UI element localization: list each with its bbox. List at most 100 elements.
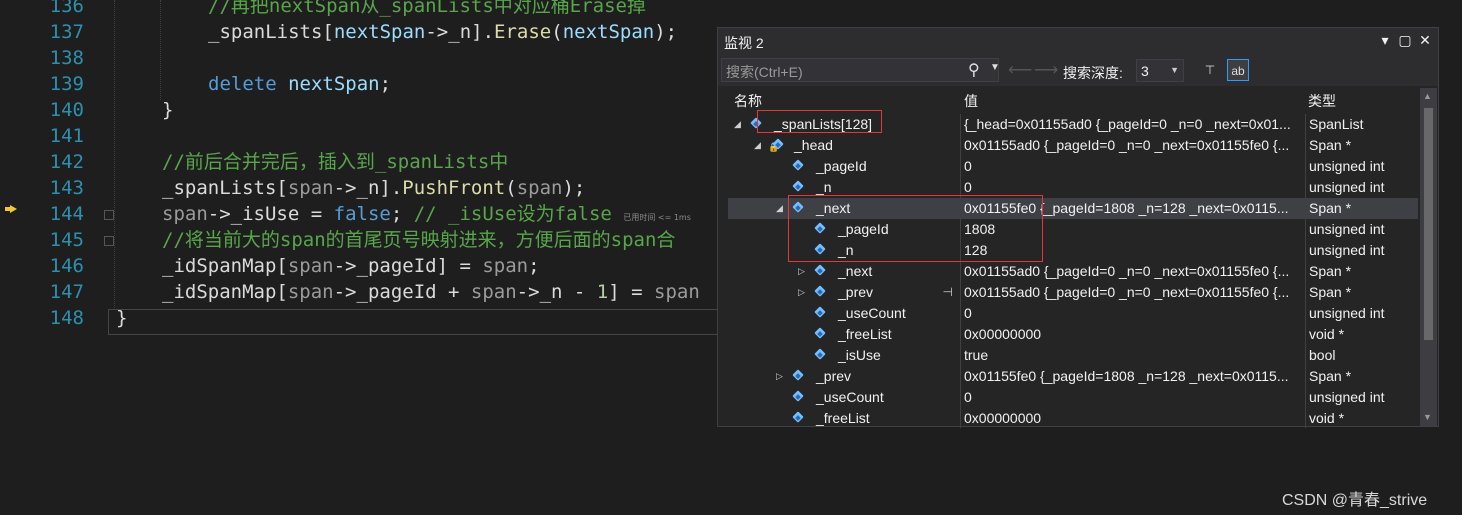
code-line-145: //将当前大的span的首尾页号映射进来，方便后面的span合 bbox=[162, 227, 675, 253]
identifier: _n bbox=[539, 281, 563, 303]
identifier: _idSpanMap bbox=[162, 255, 277, 277]
search-placeholder: 搜索(Ctrl+E) bbox=[726, 64, 803, 80]
identifier: span bbox=[287, 255, 334, 277]
punct: -> bbox=[333, 255, 357, 277]
identifier: _isUse bbox=[230, 203, 300, 225]
window-menu-icon[interactable]: ▾ bbox=[1376, 32, 1394, 49]
var-name: _isUse bbox=[838, 347, 881, 363]
search-input[interactable]: 搜索(Ctrl+E) ⚲ ▼ bbox=[721, 58, 1000, 82]
punct: ]. bbox=[379, 177, 403, 199]
comment: //再把nextSpan从_spanLists中对应桶Erase掉 bbox=[208, 0, 646, 17]
var-type: bool bbox=[1305, 345, 1418, 366]
watch-row[interactable]: _useCount 0 unsigned int bbox=[728, 387, 1418, 408]
chevron-down-icon: ▼ bbox=[1170, 65, 1179, 75]
code-line-139: delete nextSpan; bbox=[208, 71, 391, 97]
expand-triangle-icon[interactable]: ◢ bbox=[754, 135, 761, 156]
var-value[interactable]: 0x01155fe0 {_pageId=1808 _n=128 _next=0x… bbox=[960, 366, 1302, 387]
collapse-triangle-icon[interactable]: ▷ bbox=[798, 282, 805, 303]
identifier: nextSpan bbox=[288, 73, 380, 95]
var-value[interactable]: 0 bbox=[960, 303, 1302, 324]
var-name: _freeList bbox=[816, 410, 870, 426]
pin-icon[interactable]: ⊤ bbox=[1199, 59, 1221, 81]
number: 1 bbox=[596, 281, 609, 303]
collapse-triangle-icon[interactable]: ▷ bbox=[798, 261, 805, 282]
pin-value-icon[interactable]: ⊣ bbox=[943, 282, 953, 303]
search-forward-arrow-icon[interactable]: ⟶ bbox=[1034, 60, 1058, 80]
var-type: Span * bbox=[1305, 366, 1418, 387]
variable-icon bbox=[772, 139, 784, 151]
punct: -> bbox=[333, 281, 357, 303]
code-line-136: //再把nextSpan从_spanLists中对应桶Erase掉 bbox=[208, 0, 646, 19]
watch-row[interactable]: ◢ 🔒 _head 0x01155ad0 {_pageId=0 _n=0 _next… bbox=[728, 135, 1418, 156]
line-number: 144 bbox=[49, 203, 84, 225]
scroll-down-icon[interactable]: ▼ bbox=[1423, 412, 1432, 422]
var-value[interactable]: 0x01155ad0 {_pageId=0 _n=0 _next=0x01155… bbox=[960, 282, 1302, 303]
watch-row[interactable]: ▷ _next 0x01155ad0 {_pageId=0 _n=0 _next=… bbox=[728, 261, 1418, 282]
watch-title-bar[interactable]: 监视 2 ▾ ▢ ✕ bbox=[718, 28, 1438, 56]
line-number: 142 bbox=[49, 151, 84, 173]
code-editor[interactable]: //再把nextSpan从_spanLists中对应桶Erase掉 _spanL… bbox=[108, 0, 718, 515]
var-name: _pageId bbox=[816, 158, 867, 174]
watch-row[interactable]: ▷ _prev 0x01155fe0 {_pageId=1808 _n=128 _… bbox=[728, 366, 1418, 387]
search-icon[interactable]: ⚲ bbox=[968, 60, 980, 80]
line-number: 147 bbox=[49, 281, 84, 303]
var-value[interactable]: 0 bbox=[960, 387, 1302, 408]
var-value[interactable]: 0x01155ad0 {_pageId=0 _n=0 _next=0x01155… bbox=[960, 135, 1302, 156]
maximize-icon[interactable]: ▢ bbox=[1396, 32, 1414, 49]
vertical-scrollbar[interactable]: ▲ ▼ bbox=[1420, 88, 1437, 426]
punct: -> bbox=[516, 281, 540, 303]
hex-display-icon[interactable]: ab bbox=[1227, 59, 1249, 81]
line-number-gutter: 136 137 138 139 140 141 142 143 144 145 … bbox=[0, 0, 108, 515]
var-value[interactable]: {_head=0x01155ad0 {_pageId=0 _n=0 _next=… bbox=[960, 114, 1302, 135]
var-value[interactable]: true bbox=[960, 345, 1302, 366]
var-name: _useCount bbox=[838, 305, 906, 321]
function-name: PushFront bbox=[402, 177, 506, 199]
watermark: CSDN @青春_strive bbox=[1282, 492, 1428, 509]
var-name: _next bbox=[838, 263, 873, 279]
watch-row[interactable]: _useCount 0 unsigned int bbox=[728, 303, 1418, 324]
column-type[interactable]: 类型 bbox=[1308, 91, 1336, 111]
code-line-137: _spanLists[nextSpan->_n].Erase(nextSpan)… bbox=[208, 19, 677, 45]
watch-row[interactable]: _pageId 0 unsigned int bbox=[728, 156, 1418, 177]
line-number: 141 bbox=[49, 125, 84, 147]
punct: ; bbox=[390, 203, 403, 225]
search-dropdown-icon[interactable]: ▼ bbox=[990, 62, 1000, 73]
perf-tip[interactable]: 已用时间 <= 1ms bbox=[623, 213, 691, 222]
punct: -> bbox=[425, 21, 449, 43]
code-line-146: _idSpanMap[span->_pageId] = span; bbox=[162, 253, 540, 279]
var-value[interactable]: 0x01155ad0 {_pageId=0 _n=0 _next=0x01155… bbox=[960, 261, 1302, 282]
punct: + bbox=[436, 281, 471, 303]
scrollbar-thumb[interactable] bbox=[1424, 108, 1433, 340]
var-name: _freeList bbox=[838, 326, 892, 342]
variable-icon bbox=[792, 412, 804, 424]
watch-row[interactable]: _freeList 0x00000000 void * bbox=[728, 324, 1418, 345]
var-value[interactable]: 0x00000000 bbox=[960, 324, 1302, 345]
expand-triangle-icon[interactable]: ◢ bbox=[776, 198, 783, 219]
watch-row[interactable]: ▷ _prev ⊣ 0x01155ad0 {_pageId=0 _n=0 _next… bbox=[728, 282, 1418, 303]
brace: } bbox=[162, 99, 174, 121]
indent-guide bbox=[114, 0, 115, 310]
close-icon[interactable]: ✕ bbox=[1416, 32, 1434, 49]
search-depth-select[interactable]: 3 ▼ bbox=[1136, 59, 1184, 82]
code-line-142: //前后合并完后，插入到_spanLists中 bbox=[162, 149, 508, 175]
var-value[interactable]: 0x00000000 bbox=[960, 408, 1302, 428]
comment: //前后合并完后，插入到_spanLists中 bbox=[162, 151, 509, 173]
var-type: void * bbox=[1305, 408, 1418, 428]
code-line-147: _idSpanMap[span->_pageId + span->_n - 1]… bbox=[162, 279, 700, 305]
column-name[interactable]: 名称 bbox=[734, 91, 762, 111]
punct: ; bbox=[379, 73, 392, 95]
expand-triangle-icon[interactable]: ◢ bbox=[734, 114, 741, 135]
var-value[interactable]: 0 bbox=[960, 156, 1302, 177]
variable-icon bbox=[792, 391, 804, 403]
column-value[interactable]: 值 bbox=[964, 91, 978, 111]
collapse-triangle-icon[interactable]: ▷ bbox=[776, 366, 783, 387]
variable-icon bbox=[792, 181, 804, 193]
var-type: unsigned int bbox=[1305, 240, 1418, 261]
watch-row[interactable]: _freeList 0x00000000 void * bbox=[728, 408, 1418, 428]
variable-icon bbox=[792, 370, 804, 382]
var-name: _prev bbox=[838, 284, 874, 300]
search-back-arrow-icon[interactable]: ⟵ bbox=[1008, 60, 1032, 80]
watch-row[interactable]: _isUse true bool bbox=[728, 345, 1418, 366]
scroll-up-icon[interactable]: ▲ bbox=[1423, 91, 1432, 101]
highlight-box bbox=[788, 195, 1043, 262]
